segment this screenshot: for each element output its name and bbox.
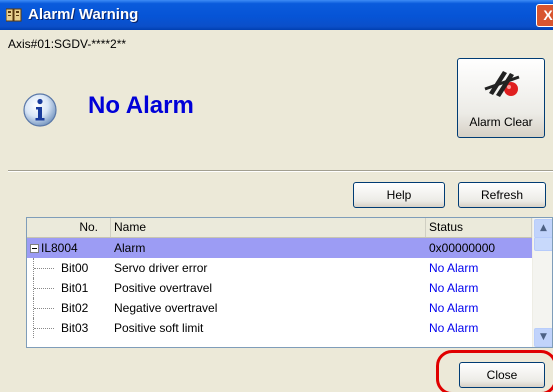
window-title: Alarm/ Warning [28, 6, 139, 23]
table-row[interactable]: Bit00 Servo driver error No Alarm [27, 258, 532, 278]
tree-connector [34, 288, 54, 289]
row-status: No Alarm [429, 261, 479, 275]
window-close-button[interactable]: X [536, 4, 553, 27]
table-header: No. Name Status [27, 218, 532, 238]
tree-connector [34, 328, 54, 329]
info-icon [23, 93, 57, 127]
group-status: 0x00000000 [429, 241, 496, 255]
axis-label: Axis#01:SGDV-****2** [8, 37, 127, 51]
table-row[interactable]: Bit03 Positive soft limit No Alarm [27, 318, 532, 338]
scroll-up-icon[interactable]: ▲ [534, 219, 552, 238]
alarm-clear-label: Alarm Clear [469, 115, 533, 129]
row-name: Positive overtravel [114, 281, 213, 295]
alarm-clear-button[interactable]: Alarm Clear [457, 58, 545, 138]
column-header-name[interactable]: Name [111, 218, 426, 237]
table-row[interactable]: Bit01 Positive overtravel No Alarm [27, 278, 532, 298]
vertical-scrollbar[interactable]: ▲ ▼ [532, 218, 552, 347]
tree-connector [34, 308, 54, 309]
row-name: Negative overtravel [114, 301, 218, 315]
alarm-table: No. Name Status IL8004 Alarm 0x00000000 … [26, 217, 553, 348]
refresh-button[interactable]: Refresh [458, 182, 546, 208]
row-status: No Alarm [429, 281, 479, 295]
table-group-row[interactable]: IL8004 Alarm 0x00000000 [27, 238, 532, 258]
title-bar[interactable]: Alarm/ Warning X [0, 0, 553, 30]
alarm-clear-icon [484, 71, 520, 97]
row-status: No Alarm [429, 301, 479, 315]
row-status: No Alarm [429, 321, 479, 335]
group-no: IL8004 [41, 241, 78, 255]
row-name: Servo driver error [114, 261, 208, 275]
alarm-warning-window: Alarm/ Warning X Axis#01:SGDV-****2** No… [0, 0, 553, 392]
alarm-status-text: No Alarm [88, 92, 194, 119]
column-header-status[interactable]: Status [426, 218, 532, 237]
table-row[interactable]: Bit02 Negative overtravel No Alarm [27, 298, 532, 318]
collapse-icon[interactable] [30, 244, 39, 253]
scroll-thumb[interactable] [534, 237, 552, 251]
group-name: Alarm [114, 241, 146, 255]
close-button-highlight-ring [436, 350, 553, 392]
servo-pack-icon [6, 8, 22, 22]
column-header-no[interactable]: No. [27, 218, 111, 237]
separator [8, 170, 553, 172]
help-button[interactable]: Help [353, 182, 445, 208]
tree-connector [34, 268, 54, 269]
row-name: Positive soft limit [114, 321, 204, 335]
scroll-down-icon[interactable]: ▼ [534, 328, 552, 347]
